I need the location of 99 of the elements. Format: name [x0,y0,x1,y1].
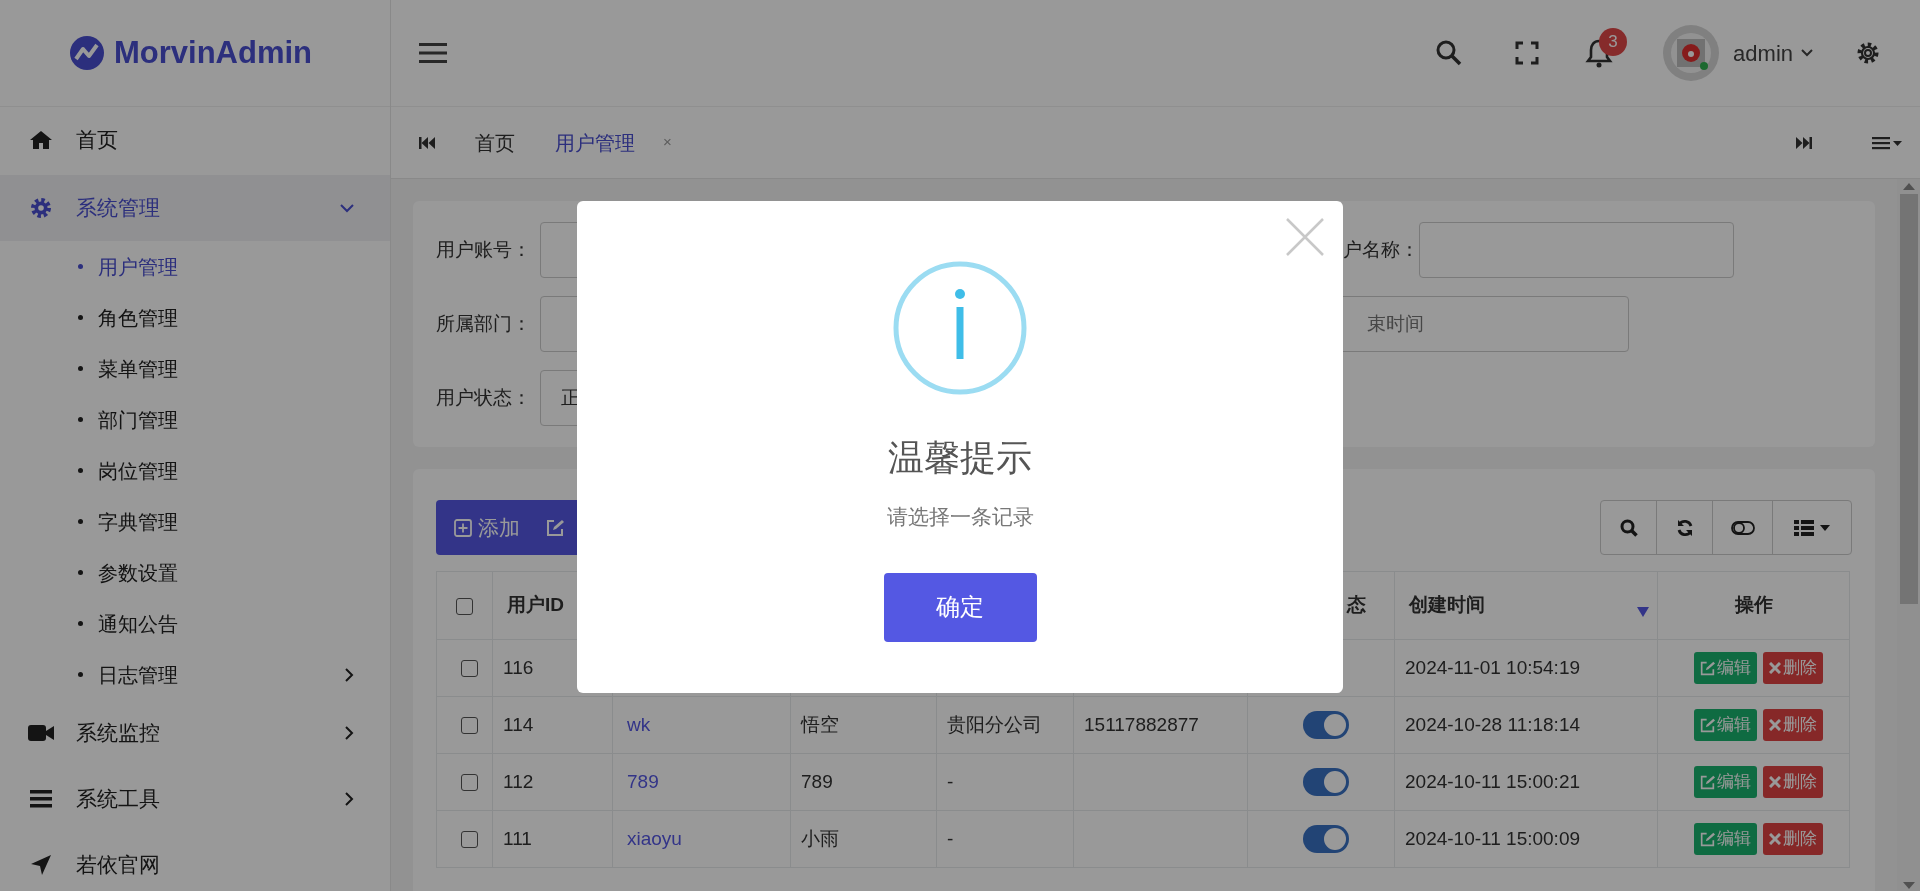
table-cell: - [947,827,954,849]
gear-icon [30,197,52,219]
field-label: 户名称： [1343,237,1419,262]
tab[interactable]: 首页 [475,127,515,158]
edit-icon [1700,774,1715,790]
toggle-switch[interactable] [1303,711,1349,740]
column-header: 用户ID [507,594,564,616]
edit-icon [1700,660,1715,676]
sidebar-item[interactable]: 系统监控 [0,700,390,766]
table-cell: 贵阳分公司 [947,713,1042,735]
field-label: 所属部门： [436,311,532,336]
dialog-message: 请选择一条记录 [886,504,1034,530]
home-icon [30,130,52,150]
submenu-item[interactable]: 通知公告 [0,598,390,649]
menu-icon [30,790,52,808]
table-cell: 悟空 [801,713,839,735]
submenu-item[interactable]: 部门管理 [0,394,390,445]
avatar[interactable] [1663,25,1720,81]
last-page-icon[interactable] [1796,135,1812,150]
checkbox[interactable] [456,597,473,615]
user-link[interactable]: wk [627,713,651,735]
scroll-up-icon[interactable] [1902,183,1915,190]
logo-text: MorvinAdmin [114,33,313,72]
table-cell: 2024-10-11 15:00:21 [1405,770,1581,792]
table-cell: 116 [503,656,534,678]
table-cell: 789 [801,770,833,792]
toggle-switch[interactable] [1303,768,1349,797]
first-page-icon[interactable] [419,135,435,150]
sidebar-item[interactable]: 若依官网 [0,832,390,891]
checkbox[interactable] [461,660,478,678]
table-cell: 小雨 [801,827,839,849]
chevron-down-icon[interactable] [1801,49,1813,57]
video-camera-icon [28,724,54,742]
fullscreen-icon[interactable] [1515,41,1540,65]
edit-icon [546,518,564,537]
close-icon [1769,662,1781,674]
edit-icon [1700,831,1715,847]
settings-icon[interactable] [1855,40,1881,66]
submenu-item[interactable]: 角色管理 [0,292,390,343]
dialog-title: 温馨提示 [888,436,1032,480]
toggle-icon [1730,520,1755,535]
chevron-right-icon [345,667,354,682]
checkbox[interactable] [461,774,478,792]
table-cell: 111 [503,827,532,849]
delete-button[interactable]: 删除 [1763,652,1823,684]
notification-badge: 3 [1599,28,1628,56]
table-cell: 15117882877 [1084,713,1199,735]
sidebar-item[interactable]: 系统工具 [0,766,390,832]
chevron-right-icon [345,792,354,806]
logo-icon [70,36,104,70]
delete-button[interactable]: 删除 [1763,823,1823,855]
chevron-right-icon [345,726,354,740]
user-name[interactable]: admin [1733,36,1793,70]
close-icon [1769,833,1781,845]
user-link[interactable]: 789 [627,770,659,792]
toggle-switch[interactable] [1303,825,1349,854]
table-cell: 2024-10-28 11:18:14 [1405,713,1581,735]
table-cell: 2024-11-01 10:54:19 [1405,656,1581,678]
table-cell: 112 [503,770,534,792]
delete-button[interactable]: 删除 [1763,709,1823,741]
user-link[interactable]: xiaoyu [627,827,682,849]
scrollbar-thumb[interactable] [1899,194,1918,604]
checkbox[interactable] [461,717,478,735]
info-icon [893,261,1027,395]
submenu-item[interactable]: 菜单管理 [0,343,390,394]
table-cell: 2024-10-11 15:00:09 [1405,827,1581,849]
close-icon [1769,719,1781,731]
list-menu-icon[interactable] [1872,135,1902,150]
plus-square-icon [454,518,472,537]
list-icon [1794,519,1814,536]
caret-icon [1820,524,1830,531]
input-field[interactable] [1419,222,1734,278]
submenu-item[interactable]: 参数设置 [0,547,390,598]
sidebar-item[interactable]: 系统管理 [0,175,390,241]
field-label: 用户状态： [436,385,532,410]
submenu-item[interactable]: 日志管理 [0,649,390,700]
menu-icon[interactable] [419,42,447,64]
confirm-button[interactable]: 确定 [883,572,1037,642]
checkbox[interactable] [461,831,478,849]
search-icon[interactable] [1435,39,1464,67]
column-header: 操作 [1734,594,1773,616]
edit-icon [1700,717,1715,733]
refresh-icon [1675,518,1694,537]
scroll-down-icon[interactable] [1902,882,1915,889]
submenu-item[interactable]: 岗位管理 [0,445,390,496]
field-label: 用户账号： [436,237,532,262]
column-header: 态 [1347,594,1366,616]
close-icon [1769,776,1781,788]
sidebar-item[interactable]: 首页 [0,107,390,173]
submenu-item[interactable]: 用户管理 [0,241,390,292]
submenu-item[interactable]: 字典管理 [0,496,390,547]
search-icon [1619,518,1638,537]
location-arrow-icon [31,855,51,875]
sort-icon[interactable] [1637,606,1649,617]
table-cell: 114 [503,713,534,735]
tab[interactable]: 用户管理 [555,127,635,158]
chevron-down-icon [340,203,354,213]
delete-button[interactable]: 删除 [1763,766,1823,798]
table-cell: - [947,770,954,792]
